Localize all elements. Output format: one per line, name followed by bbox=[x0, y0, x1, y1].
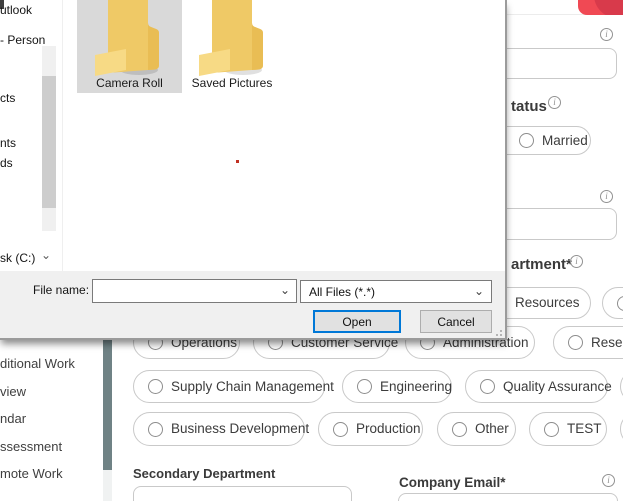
file-name-saved-pictures[interactable]: Saved Pictures bbox=[182, 77, 282, 89]
dialog-nav-objects[interactable]: cts bbox=[0, 92, 15, 104]
radio-icon bbox=[148, 379, 163, 394]
radio-icon bbox=[480, 379, 495, 394]
radio-pill-other[interactable]: Other bbox=[437, 412, 516, 446]
radio-pill-clipped[interactable] bbox=[602, 287, 623, 319]
dialog-scrollbar-thumb[interactable] bbox=[42, 76, 56, 208]
file-name-label: File name: bbox=[33, 284, 89, 296]
info-icon[interactable]: i bbox=[600, 190, 613, 203]
info-icon[interactable]: i bbox=[548, 96, 561, 109]
sidebar-item-remote-work[interactable]: mote Work bbox=[0, 467, 63, 480]
dialog-nav-local-disk-c[interactable]: sk (C:) bbox=[0, 252, 35, 264]
dialog-nav-documents[interactable]: nts bbox=[0, 137, 16, 149]
file-type-selected: All Files (*.*) bbox=[309, 285, 375, 299]
sidebar-item-view[interactable]: view bbox=[0, 385, 26, 398]
file-name-camera-roll[interactable]: Camera Roll bbox=[77, 77, 182, 89]
radio-pill-production[interactable]: Production bbox=[318, 412, 423, 446]
radio-pill-research[interactable]: Research bbox=[553, 326, 623, 359]
info-icon[interactable]: i bbox=[570, 255, 583, 268]
radio-icon bbox=[148, 422, 163, 437]
company-email-input[interactable] bbox=[398, 493, 618, 501]
marital-status-heading: tatus bbox=[511, 99, 547, 114]
department-heading: artment* bbox=[511, 257, 572, 272]
sidebar-item-assessment[interactable]: ssessment bbox=[0, 440, 62, 453]
radio-pill-test[interactable]: TEST bbox=[529, 412, 607, 446]
dialog-file-list: Camera Roll Saved Pictures bbox=[62, 0, 505, 271]
cancel-button[interactable]: Cancel bbox=[420, 310, 492, 333]
radio-pill-business-development[interactable]: Business Development bbox=[133, 412, 305, 446]
dialog-nav-onedrive-personal[interactable]: - Person bbox=[0, 34, 45, 46]
company-email-label: Company Email* bbox=[399, 476, 506, 490]
file-name-input[interactable] bbox=[92, 279, 297, 303]
cursor-dot bbox=[236, 160, 239, 163]
folder-icon bbox=[199, 0, 263, 76]
secondary-department-label: Secondary Department bbox=[133, 467, 275, 480]
radio-icon bbox=[333, 422, 348, 437]
radio-icon bbox=[544, 422, 559, 437]
radio-pill-engineering[interactable]: Engineering bbox=[342, 370, 452, 403]
dialog-nav-outlook[interactable]: utlook bbox=[0, 4, 32, 16]
sidebar-item-calendar[interactable]: ndar bbox=[0, 412, 26, 425]
page-scrollbar-thumb[interactable] bbox=[103, 340, 112, 470]
radio-pill-quality-assurance[interactable]: Quality Assurance bbox=[465, 370, 608, 403]
folder-icon bbox=[95, 0, 159, 76]
profile-badge[interactable] bbox=[578, 0, 623, 15]
screen: i tatus i Married i artment* i Resources… bbox=[0, 0, 623, 501]
profile-badge-circle bbox=[594, 0, 623, 15]
radio-icon bbox=[617, 296, 623, 311]
radio-icon bbox=[568, 335, 583, 350]
chevron-down-icon: ⌄ bbox=[474, 285, 484, 297]
info-icon[interactable]: i bbox=[602, 474, 615, 487]
radio-pill-supply-chain[interactable]: Supply Chain Management bbox=[133, 370, 325, 403]
dialog-nav-downloads[interactable]: ds bbox=[0, 157, 13, 169]
sidebar-item-additional-work[interactable]: ditional Work bbox=[0, 357, 75, 370]
radio-icon bbox=[452, 422, 467, 437]
chevron-down-icon[interactable]: ⌄ bbox=[41, 248, 51, 262]
radio-icon bbox=[519, 133, 534, 148]
file-open-dialog: utlook - Person cts nts ds sk (C:) ⌄ Cam… bbox=[0, 0, 507, 340]
radio-pill-label: Married bbox=[542, 134, 588, 148]
chevron-down-icon[interactable]: ⌄ bbox=[280, 284, 290, 296]
resize-grip[interactable] bbox=[491, 327, 503, 337]
radio-icon bbox=[357, 379, 372, 394]
open-button[interactable]: Open bbox=[313, 310, 401, 333]
file-name-combo: ⌄ bbox=[92, 279, 297, 303]
file-type-select[interactable]: All Files (*.*) ⌄ bbox=[300, 280, 492, 303]
dialog-bottom-bar: File name: ⌄ All Files (*.*) ⌄ Open Canc… bbox=[0, 271, 505, 338]
secondary-department-input[interactable] bbox=[133, 486, 352, 501]
info-icon[interactable]: i bbox=[600, 28, 613, 41]
